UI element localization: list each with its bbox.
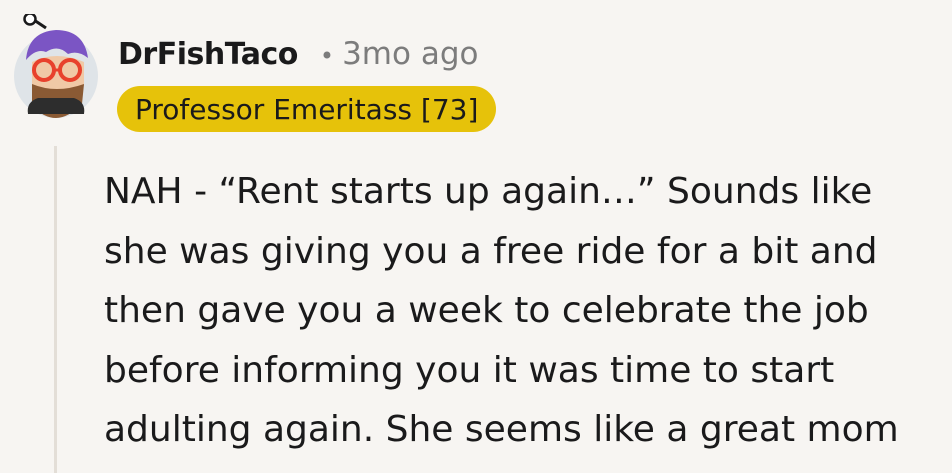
comment-body-line: NAH - “Rent starts up again…” Sounds lik… [104, 171, 873, 212]
comment-body-line: before informing you it was time to star… [104, 349, 835, 391]
avatar[interactable] [8, 14, 108, 120]
user-flair-label: Professor Emeritass [73] [135, 92, 479, 126]
comment: DrFishTaco • 3mo ago Professor Emeritass… [0, 0, 952, 473]
avatar-antenna-tip [23, 14, 37, 26]
separator-dot: • [319, 42, 335, 70]
comment-body-line: then gave you a week to celebrate the jo… [104, 290, 869, 331]
thread-line[interactable] [54, 146, 57, 473]
comment-body-line: she was giving you a free ride for a bit… [104, 230, 878, 272]
avatar-body [27, 98, 85, 114]
username[interactable]: DrFishTaco [118, 37, 298, 72]
comment-body-line: adulting again. She seems like a great m… [104, 409, 899, 450]
timestamp[interactable]: 3mo ago [342, 36, 478, 72]
comment-header: DrFishTaco • 3mo ago [118, 36, 478, 72]
user-flair: Professor Emeritass [73] [117, 86, 497, 132]
comment-body: NAH - “Rent starts up again…” Sounds lik… [104, 162, 944, 460]
